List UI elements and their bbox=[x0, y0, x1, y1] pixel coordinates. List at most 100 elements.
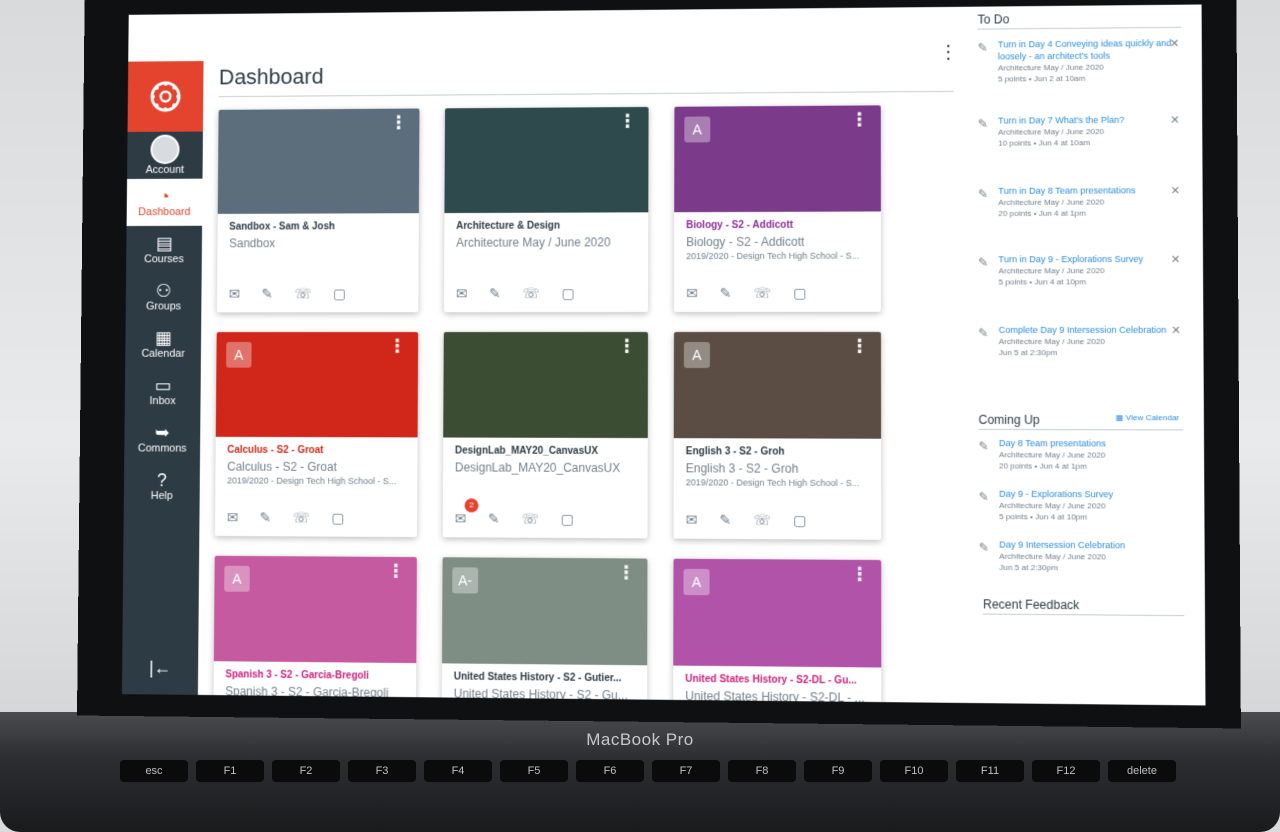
todo-link[interactable]: Turn in Day 8 Team presentations bbox=[998, 184, 1180, 197]
card-options-icon[interactable]: ⋮ bbox=[617, 562, 635, 582]
assignments-icon[interactable]: ✎ bbox=[261, 286, 273, 303]
dashboard-options-icon[interactable]: ⋮ bbox=[939, 42, 957, 62]
files-icon[interactable]: ▢ bbox=[561, 511, 574, 528]
assignments-icon[interactable]: ✎ bbox=[489, 285, 501, 302]
discussions-icon[interactable]: ☏ bbox=[294, 286, 311, 303]
course-code[interactable]: Sandbox - Sam & Josh bbox=[218, 213, 419, 232]
card-options-icon[interactable]: ⋮ bbox=[389, 336, 407, 356]
course-grade-badge: A bbox=[683, 342, 710, 369]
dismiss-icon[interactable]: ✕ bbox=[1171, 184, 1181, 197]
announcements-icon[interactable]: ✉ bbox=[686, 512, 698, 529]
course-card[interactable]: ⋮ Sandbox - Sam & Josh Sandbox ✉ ✎ ☏ ▢ bbox=[216, 108, 420, 313]
todo-item[interactable]: ✎ ✕ Turn in Day 7 What's the Plan? Architec… bbox=[978, 113, 1180, 148]
dismiss-icon[interactable]: ✕ bbox=[1170, 113, 1180, 126]
assignments-icon[interactable]: ✎ bbox=[488, 511, 500, 528]
dismiss-icon[interactable]: ✕ bbox=[1171, 324, 1181, 337]
course-card[interactable]: A- ⋮ United States History - S2 - Gutier..… bbox=[441, 557, 648, 706]
discussions-icon[interactable]: ☏ bbox=[522, 285, 539, 302]
todo-link[interactable]: Turn in Day 7 What's the Plan? bbox=[998, 113, 1180, 126]
coming-up-item[interactable]: ✎ Day 8 Team presentations Architecture Ma… bbox=[979, 437, 1182, 472]
course-card[interactable]: A ⋮ Spanish 3 - S2 - Garcia-Bregoli Spanish… bbox=[212, 555, 417, 706]
course-card-hero[interactable]: ⋮ bbox=[217, 108, 420, 214]
dismiss-icon[interactable]: ✕ bbox=[1170, 37, 1180, 50]
nav-item-groups[interactable]: ⚇ Groups bbox=[126, 273, 202, 320]
todo-item[interactable]: ✎ ✕ Turn in Day 9 - Explorations Survey Arc… bbox=[978, 253, 1180, 288]
files-icon[interactable]: ▢ bbox=[333, 286, 346, 303]
course-code[interactable]: Biology - S2 - Addicott bbox=[674, 211, 881, 231]
nav-item-help[interactable]: ? Help bbox=[124, 462, 200, 510]
course-card[interactable]: A ⋮ Calculus - S2 - Groat Calculus - S2 - G… bbox=[214, 332, 419, 538]
nav-item-account[interactable]: Account bbox=[127, 132, 203, 179]
course-term: 2019/2020 - Design Tech High School - S.… bbox=[227, 475, 397, 487]
course-card-hero[interactable]: A- ⋮ bbox=[441, 557, 648, 666]
coming-up-item[interactable]: ✎ Day 9 Intersession Celebration Architect… bbox=[979, 538, 1182, 574]
card-options-icon[interactable]: ⋮ bbox=[851, 564, 869, 584]
coming-up-link[interactable]: Day 9 Intersession Celebration bbox=[999, 538, 1182, 551]
right-sidebar: To Do ✎ ✕ Turn in Day 4 Conveying ideas qu… bbox=[967, 5, 1185, 706]
files-icon[interactable]: ▢ bbox=[331, 510, 344, 527]
todo-link[interactable]: Complete Day 9 Intersession Celebration bbox=[999, 324, 1181, 336]
course-card-hero[interactable]: ⋮ bbox=[443, 332, 649, 439]
coming-up-link[interactable]: Day 9 - Explorations Survey bbox=[999, 488, 1182, 501]
nav-item-calendar[interactable]: ▦ Calendar bbox=[125, 320, 201, 367]
course-card[interactable]: ⋮ Architecture & Design Architecture May /… bbox=[443, 106, 649, 313]
course-code[interactable]: Spanish 3 - S2 - Garcia-Bregoli bbox=[214, 661, 417, 682]
nav-item-courses[interactable]: ▤ Courses bbox=[126, 226, 202, 273]
course-code[interactable]: Architecture & Design bbox=[444, 212, 648, 232]
canvas-logo[interactable] bbox=[127, 61, 204, 132]
course-card-hero[interactable]: A ⋮ bbox=[215, 332, 419, 438]
course-card-hero[interactable]: A ⋮ bbox=[673, 331, 882, 439]
card-options-icon[interactable]: ⋮ bbox=[851, 336, 869, 356]
course-card-hero[interactable]: A ⋮ bbox=[213, 555, 417, 664]
nav-item-commons[interactable]: ➥ Commons bbox=[124, 415, 200, 463]
todo-link[interactable]: Turn in Day 9 - Explorations Survey bbox=[998, 253, 1180, 266]
assignments-icon[interactable]: ✎ bbox=[260, 509, 272, 526]
files-icon[interactable]: ▢ bbox=[562, 285, 575, 302]
discussions-icon[interactable]: ☏ bbox=[521, 511, 538, 528]
course-card[interactable]: A ⋮ Biology - S2 - Addicott Biology - S2 - … bbox=[674, 105, 881, 313]
announcements-icon[interactable]: ✉ 2 bbox=[455, 498, 479, 527]
course-code[interactable]: English 3 - S2 - Groh bbox=[674, 438, 881, 458]
nav-item-dashboard[interactable]: ◔ Dashboard bbox=[126, 178, 203, 227]
announcements-icon[interactable]: ✉ bbox=[456, 285, 468, 302]
assignments-icon[interactable]: ✎ bbox=[719, 512, 731, 529]
keyboard-key: F5 bbox=[500, 760, 568, 782]
course-card-hero[interactable]: ⋮ bbox=[444, 106, 649, 214]
course-code[interactable]: United States History - S2 - Gutier... bbox=[442, 663, 647, 685]
card-options-icon[interactable]: ⋮ bbox=[618, 336, 636, 356]
course-code[interactable]: Calculus - S2 - Groat bbox=[216, 437, 418, 456]
announcements-icon[interactable]: ✉ bbox=[229, 286, 241, 303]
card-options-icon[interactable]: ⋮ bbox=[390, 113, 408, 133]
coming-up-item[interactable]: ✎ Day 9 - Explorations Survey Architecture… bbox=[979, 488, 1182, 524]
card-options-icon[interactable]: ⋮ bbox=[619, 111, 637, 131]
announcements-icon[interactable]: ✉ bbox=[686, 285, 698, 302]
files-icon[interactable]: ▢ bbox=[793, 512, 806, 529]
dismiss-icon[interactable]: ✕ bbox=[1171, 253, 1181, 266]
discussions-icon[interactable]: ☏ bbox=[293, 510, 310, 527]
announcements-icon[interactable]: ✉ bbox=[227, 509, 239, 526]
todo-link[interactable]: Turn in Day 4 Conveying ideas quickly an… bbox=[998, 37, 1179, 63]
coming-up-link[interactable]: Day 8 Team presentations bbox=[999, 437, 1181, 450]
course-term: 2019/2020 - Design Tech High School - S.… bbox=[686, 250, 860, 262]
assignments-icon[interactable]: ✎ bbox=[720, 285, 732, 302]
todo-meta: 20 points • Jun 4 at 1pm bbox=[998, 208, 1086, 219]
discussions-icon[interactable]: ☏ bbox=[754, 285, 772, 302]
card-options-icon[interactable]: ⋮ bbox=[851, 109, 869, 129]
card-options-icon[interactable]: ⋮ bbox=[387, 561, 405, 581]
view-calendar-link[interactable]: ▦ View Calendar bbox=[1116, 413, 1179, 422]
discussions-icon[interactable]: ☏ bbox=[753, 512, 771, 529]
collapse-nav-icon[interactable]: |← bbox=[122, 657, 198, 679]
files-icon[interactable]: ▢ bbox=[793, 285, 806, 302]
course-card[interactable]: A ⋮ English 3 - S2 - Groh English 3 - S2 - … bbox=[673, 331, 882, 540]
todo-item[interactable]: ✎ ✕ Turn in Day 4 Conveying ideas quickly … bbox=[978, 37, 1180, 85]
course-card[interactable]: ⋮ DesignLab_MAY20_CanvasUX DesignLab_MAY20… bbox=[442, 332, 649, 539]
nav-item-inbox[interactable]: ▭ Inbox bbox=[125, 368, 201, 415]
card-actions: ✉ ✎ ☏ ▢ bbox=[456, 285, 575, 302]
course-code[interactable]: United States History - S2-DL - Gu... bbox=[673, 666, 881, 687]
course-card-hero[interactable]: A ⋮ bbox=[674, 105, 881, 213]
course-card-hero[interactable]: A ⋮ bbox=[673, 558, 882, 668]
course-code[interactable]: DesignLab_MAY20_CanvasUX bbox=[443, 437, 648, 457]
course-card[interactable]: A ⋮ United States History - S2-DL - Gu... U… bbox=[673, 558, 882, 706]
todo-item[interactable]: ✎ ✕ Complete Day 9 Intersession Celebratio… bbox=[978, 324, 1181, 359]
todo-item[interactable]: ✎ ✕ Turn in Day 8 Team presentations Archit… bbox=[978, 184, 1180, 219]
